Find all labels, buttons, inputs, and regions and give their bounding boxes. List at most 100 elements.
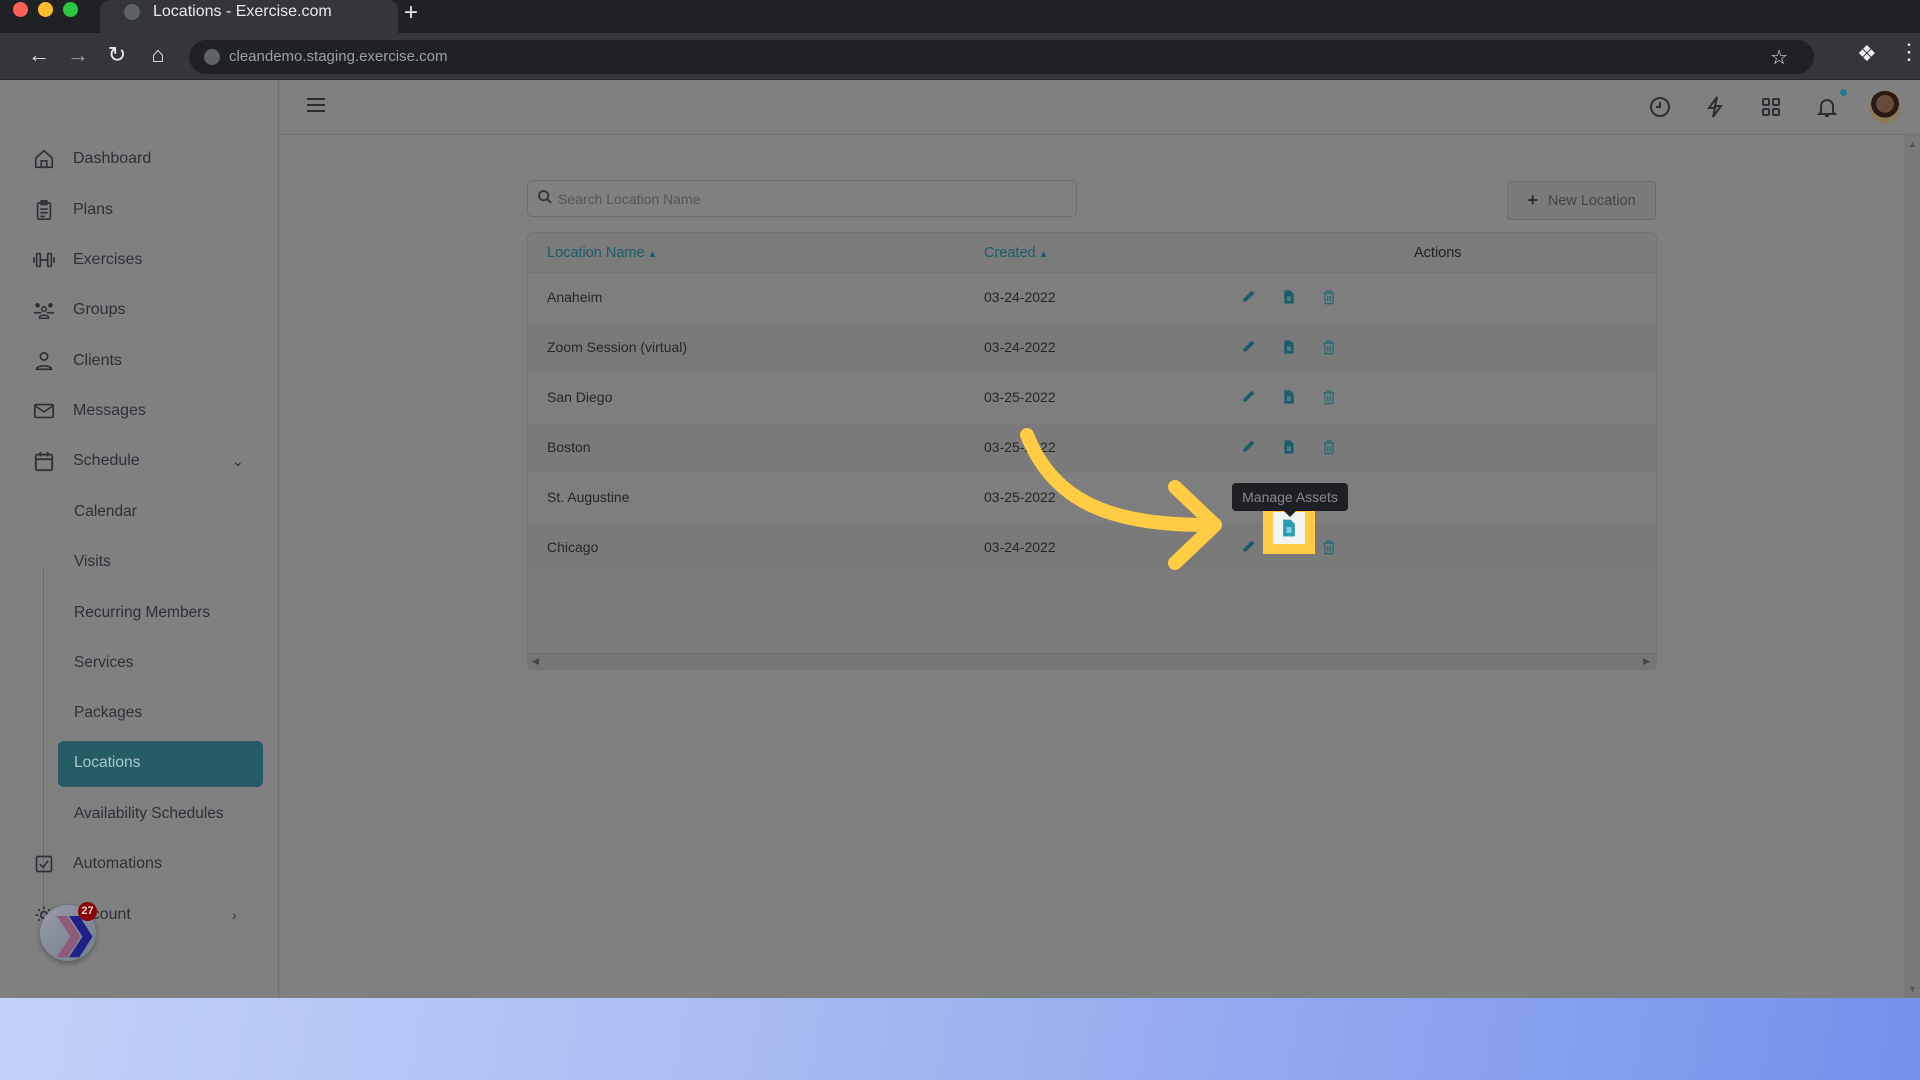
edit-pencil-icon[interactable] <box>1241 338 1259 356</box>
extensions-puzzle-icon[interactable]: ❖ <box>1857 41 1877 67</box>
sidebar-item-groups[interactable]: Groups <box>32 294 125 326</box>
sidebar-item-schedule[interactable]: Schedule ⌄ <box>32 445 247 477</box>
sidebar-item-label: Automations <box>73 855 162 872</box>
annotation-arrow <box>1020 428 1222 570</box>
manage-assets-icon[interactable] <box>1281 338 1299 356</box>
sidebar-subitem-availability-schedules[interactable]: Availability Schedules <box>74 805 224 823</box>
edit-pencil-icon[interactable] <box>1241 538 1259 556</box>
sidebar-item-automations[interactable]: Automations <box>32 848 162 880</box>
reload-icon[interactable]: ↻ <box>104 42 130 68</box>
edit-pencil-icon[interactable] <box>1241 288 1259 306</box>
close-window-button[interactable] <box>13 2 28 17</box>
horizontal-scrollbar[interactable]: ◀ ▶ <box>528 653 1656 669</box>
envelope-icon <box>32 399 56 423</box>
sidebar-item-label: Schedule <box>73 452 140 469</box>
home-icon <box>32 147 56 171</box>
hamburger-menu-icon[interactable] <box>307 98 325 112</box>
sidebar-item-plans[interactable]: Plans <box>32 194 113 226</box>
search-field[interactable] <box>558 181 1068 216</box>
sidebar-item-exercises[interactable]: Exercises <box>32 244 142 276</box>
browser-menu-icon[interactable]: ⋮ <box>1898 41 1920 63</box>
table-row: San Diego 03-25-2022 <box>528 373 1656 423</box>
sidebar-item-label: Locations <box>74 754 141 771</box>
minimize-window-button[interactable] <box>38 2 53 17</box>
location-name-cell: St. Augustine <box>547 489 630 505</box>
sidebar-subitem-recurring-members[interactable]: Recurring Members <box>74 604 210 622</box>
scroll-down-icon[interactable]: ▼ <box>1908 984 1917 994</box>
table-row: Zoom Session (virtual) 03-24-2022 <box>528 323 1656 373</box>
new-location-button[interactable]: + New Location <box>1507 181 1656 220</box>
delete-trash-icon[interactable] <box>1321 288 1339 306</box>
manage-assets-icon[interactable] <box>1281 388 1299 406</box>
group-icon <box>32 298 56 322</box>
manage-assets-icon[interactable] <box>1281 438 1299 456</box>
user-icon <box>32 349 56 373</box>
history-icon[interactable] <box>1648 95 1674 121</box>
delete-trash-icon[interactable] <box>1321 388 1339 406</box>
browser-tab-bar: Locations - Exercise.com + <box>0 0 1920 33</box>
table-header: Location Name ▲︎ Created ▲︎ Actions <box>528 233 1656 273</box>
sidebar-subitem-visits[interactable]: Visits <box>74 553 111 571</box>
sidebar-item-messages[interactable]: Messages <box>32 395 146 427</box>
sidebar-item-dashboard[interactable]: Dashboard <box>32 143 151 175</box>
location-name-cell: Chicago <box>547 539 599 555</box>
created-date-cell: 03-24-2022 <box>984 339 1056 355</box>
sidebar-subitem-services[interactable]: Services <box>74 654 133 672</box>
lightning-icon[interactable] <box>1703 95 1729 121</box>
sidebar-subitem-locations[interactable]: Locations <box>58 741 263 787</box>
app-window: Dashboard Plans Exercises Groups Clients <box>0 80 1920 998</box>
globe-icon <box>124 4 140 20</box>
new-location-label: New Location <box>1547 192 1636 209</box>
sort-icon: ▲︎ <box>647 249 658 260</box>
home-icon[interactable]: ⌂ <box>145 42 171 68</box>
apps-grid-icon[interactable] <box>1759 95 1785 121</box>
edit-pencil-icon[interactable] <box>1241 438 1259 456</box>
bookmark-star-icon[interactable]: ☆ <box>1770 45 1788 70</box>
column-header-created[interactable]: Created ▲︎ <box>984 245 1049 261</box>
scroll-left-icon[interactable]: ◀ <box>532 656 539 667</box>
tab-title: Locations - Exercise.com <box>153 3 332 20</box>
table-row: Anaheim 03-24-2022 <box>528 273 1656 323</box>
user-avatar[interactable] <box>1869 91 1901 123</box>
back-icon[interactable]: ← <box>26 42 52 68</box>
new-tab-button[interactable]: + <box>404 0 418 26</box>
vertical-scrollbar[interactable]: ▲ ▼ <box>1904 135 1920 998</box>
delete-trash-icon[interactable] <box>1321 438 1339 456</box>
delete-trash-icon[interactable] <box>1321 538 1339 556</box>
location-name-cell: San Diego <box>547 389 613 405</box>
scroll-right-icon[interactable]: ▶ <box>1643 656 1650 667</box>
sidebar-item-label: Clients <box>73 352 122 369</box>
location-name-cell: Zoom Session (virtual) <box>547 339 688 355</box>
scroll-up-icon[interactable]: ▲ <box>1908 139 1917 149</box>
notification-dot <box>1840 89 1847 96</box>
chevron-right-icon[interactable]: › <box>232 907 237 923</box>
manage-assets-icon[interactable] <box>1281 288 1299 306</box>
forward-icon[interactable]: → <box>65 42 91 68</box>
created-date-cell: 03-24-2022 <box>984 289 1056 305</box>
sidebar-item-clients[interactable]: Clients <box>32 345 122 377</box>
manage-assets-icon[interactable] <box>1279 518 1299 538</box>
calendar-icon <box>32 449 56 473</box>
sidebar-item-label: Plans <box>73 201 114 218</box>
search-location-input[interactable] <box>527 180 1077 217</box>
clipboard-icon <box>32 198 56 222</box>
column-header-actions: Actions <box>1414 245 1462 261</box>
widget-badge: 27 <box>78 902 97 921</box>
site-info-icon[interactable] <box>204 49 220 65</box>
app-header <box>279 80 1920 135</box>
column-header-location-name[interactable]: Location Name ▲︎ <box>547 245 657 261</box>
edit-pencil-icon[interactable] <box>1241 388 1259 406</box>
bell-icon[interactable] <box>1815 95 1841 121</box>
sidebar: Dashboard Plans Exercises Groups Clients <box>0 80 279 998</box>
browser-tab[interactable]: Locations - Exercise.com <box>100 0 398 33</box>
chevron-down-icon[interactable]: ⌄ <box>232 453 244 470</box>
sidebar-subitem-calendar[interactable]: Calendar <box>74 503 137 521</box>
sidebar-item-label: Messages <box>73 402 146 419</box>
sidebar-item-label: Exercises <box>73 251 143 268</box>
url-text[interactable]: cleandemo.staging.exercise.com <box>229 48 447 65</box>
delete-trash-icon[interactable] <box>1321 338 1339 356</box>
address-bar[interactable]: cleandemo.staging.exercise.com ☆ <box>189 40 1814 74</box>
location-name-cell: Anaheim <box>547 289 603 305</box>
maximize-window-button[interactable] <box>63 2 78 17</box>
sidebar-subitem-packages[interactable]: Packages <box>74 704 142 722</box>
